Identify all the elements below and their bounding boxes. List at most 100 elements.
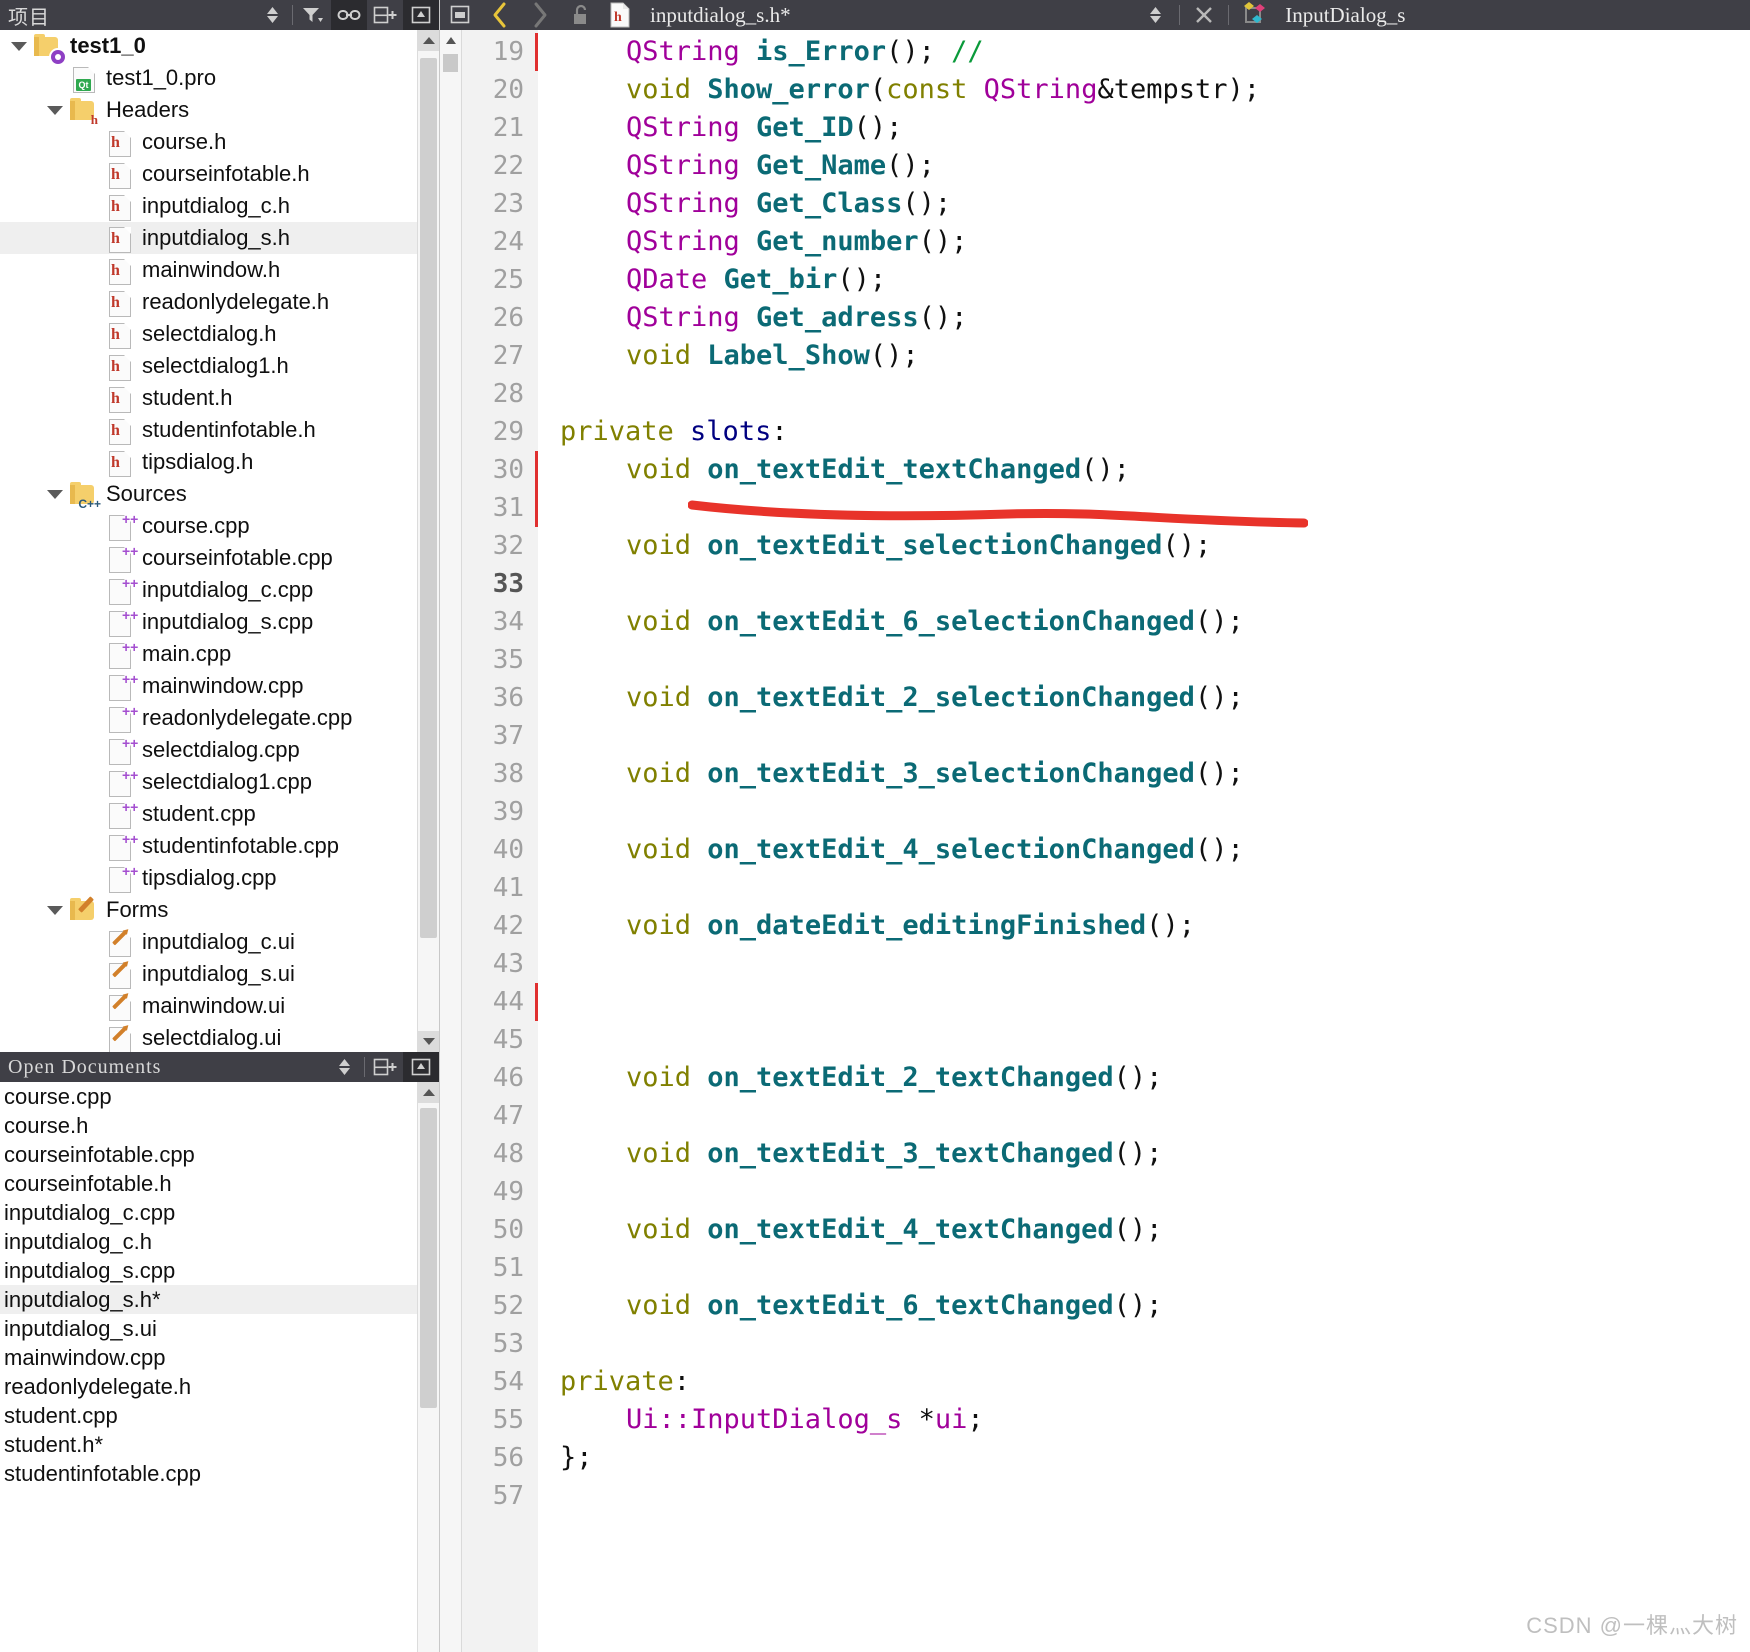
code-line[interactable]: void on_textEdit_3_selectionChanged(); (626, 755, 1244, 793)
open-document-item[interactable]: inputdialog_s.ui (0, 1314, 417, 1343)
file-dropdown-icon[interactable] (1135, 0, 1175, 30)
tree-item[interactable]: inputdialog_c.ui (0, 926, 417, 958)
code-line[interactable]: QString Get_adress(); (626, 299, 967, 337)
tree-item[interactable]: h selectdialog.h (0, 318, 417, 350)
lock-icon[interactable] (560, 0, 600, 30)
code-line[interactable]: void on_textEdit_4_textChanged(); (626, 1211, 1162, 1249)
navigate-back-icon[interactable] (480, 0, 520, 30)
expand-collapse-arrow-icon[interactable] (42, 894, 68, 926)
open-document-item[interactable]: inputdialog_c.h (0, 1227, 417, 1256)
code-line[interactable]: void Show_error(const QString&tempstr); (626, 71, 1260, 109)
code-line[interactable]: void on_textEdit_3_textChanged(); (626, 1135, 1162, 1173)
tree-item[interactable]: ++ selectdialog1.cpp (0, 766, 417, 798)
split-add-icon[interactable] (367, 0, 403, 30)
code-line[interactable]: }; (560, 1439, 593, 1477)
tree-item[interactable]: ++ student.cpp (0, 798, 417, 830)
tree-item[interactable]: Forms (0, 894, 417, 926)
scroll-up-icon[interactable] (440, 30, 461, 51)
scrollbar-thumb[interactable] (420, 58, 437, 938)
tree-item[interactable]: ++ tipsdialog.cpp (0, 862, 417, 894)
tree-item[interactable]: ++ courseinfotable.cpp (0, 542, 417, 574)
link-icon[interactable] (331, 0, 367, 30)
tree-item[interactable]: test1_0 (0, 30, 417, 64)
open-document-item[interactable]: inputdialog_c.cpp (0, 1198, 417, 1227)
tree-item[interactable]: ++ inputdialog_c.cpp (0, 574, 417, 606)
tree-item[interactable]: h readonlydelegate.h (0, 286, 417, 318)
open-document-item[interactable]: inputdialog_s.h* (0, 1285, 417, 1314)
scrollbar-thumb[interactable] (420, 1108, 437, 1408)
tree-item[interactable]: h course.h (0, 126, 417, 158)
open-document-item[interactable]: course.cpp (0, 1082, 417, 1111)
code-line[interactable]: private slots: (560, 413, 788, 451)
tree-item[interactable]: ++ selectdialog.cpp (0, 734, 417, 766)
project-tree-scrollbar[interactable] (417, 30, 439, 1052)
code-line[interactable]: void Label_Show(); (626, 337, 919, 375)
open-document-item[interactable]: student.cpp (0, 1401, 417, 1430)
filter-icon[interactable] (295, 0, 331, 30)
open-document-item[interactable]: course.h (0, 1111, 417, 1140)
code-line[interactable]: void on_textEdit_6_selectionChanged(); (626, 603, 1244, 641)
collapse-panel-icon[interactable] (440, 0, 480, 30)
expand-collapse-arrow-icon[interactable] (42, 478, 68, 510)
open-document-item[interactable]: courseinfotable.h (0, 1169, 417, 1198)
scroll-up-icon[interactable] (418, 30, 439, 51)
tree-item[interactable]: ++ course.cpp (0, 510, 417, 542)
code-line[interactable]: void on_textEdit_selectionChanged(); (626, 527, 1211, 565)
open-document-item[interactable]: inputdialog_s.cpp (0, 1256, 417, 1285)
tree-item[interactable]: ++ main.cpp (0, 638, 417, 670)
expand-collapse-arrow-icon[interactable] (42, 94, 68, 126)
tree-item[interactable]: h tipsdialog.h (0, 446, 417, 478)
code-line[interactable]: Ui::InputDialog_s *ui; (626, 1401, 984, 1439)
code-line[interactable]: void on_textEdit_6_textChanged(); (626, 1287, 1162, 1325)
scrollbar-thumb[interactable] (443, 54, 458, 72)
tree-item[interactable]: h mainwindow.h (0, 254, 417, 286)
tree-item[interactable]: Qt test1_0.pro (0, 62, 417, 94)
code-line[interactable]: QString is_Error(); // (626, 33, 984, 71)
split-add-icon[interactable] (367, 1052, 403, 1082)
tree-item[interactable]: h inputdialog_s.h (0, 222, 417, 254)
code-line[interactable]: void on_textEdit_textChanged(); (626, 451, 1130, 489)
expand-collapse-arrow-icon[interactable] (6, 30, 32, 62)
navigate-forward-icon[interactable] (520, 0, 560, 30)
code-line[interactable]: QString Get_Class(); (626, 185, 951, 223)
code-line[interactable]: void on_textEdit_4_selectionChanged(); (626, 831, 1244, 869)
open-documents-list[interactable]: course.cpp course.h courseinfotable.cpp cou… (0, 1082, 417, 1652)
code-editor-area[interactable]: 19 20 21 22 23 24 25 26 27 28 29 30 31 32 33 34 35 36 37 38… (440, 30, 1750, 1652)
open-document-item[interactable]: mainwindow.cpp (0, 1343, 417, 1372)
tree-item[interactable]: h studentinfotable.h (0, 414, 417, 446)
tree-item[interactable]: h student.h (0, 382, 417, 414)
tree-item[interactable]: mainwindow.ui (0, 990, 417, 1022)
tree-item[interactable]: h selectdialog1.h (0, 350, 417, 382)
tree-item[interactable]: h inputdialog_c.h (0, 190, 417, 222)
editor-left-scrollbar[interactable] (440, 30, 462, 1652)
code-text[interactable]: QString is_Error(); //void Show_error(co… (538, 30, 1750, 1652)
scroll-down-icon[interactable] (418, 1031, 439, 1052)
current-file-name[interactable]: inputdialog_s.h* (640, 3, 791, 28)
sync-selector-icon[interactable] (254, 0, 290, 30)
sync-selector-icon[interactable] (326, 1052, 362, 1082)
tree-item[interactable]: inputdialog_s.ui (0, 958, 417, 990)
code-line[interactable]: private: (560, 1363, 690, 1401)
tree-item[interactable]: ++ readonlydelegate.cpp (0, 702, 417, 734)
open-document-item[interactable]: student.h* (0, 1430, 417, 1459)
code-line[interactable]: void on_dateEdit_editingFinished(); (626, 907, 1195, 945)
open-document-item[interactable]: studentinfotable.cpp (0, 1459, 417, 1488)
tree-item[interactable]: ++ inputdialog_s.cpp (0, 606, 417, 638)
code-line[interactable]: QString Get_Name(); (626, 147, 935, 185)
scroll-up-icon[interactable] (418, 1082, 439, 1103)
code-line[interactable]: void on_textEdit_2_selectionChanged(); (626, 679, 1244, 717)
symbol-name[interactable]: InputDialog_s (1277, 3, 1405, 28)
tree-item[interactable]: C++ Sources (0, 478, 417, 510)
close-panel-icon[interactable] (403, 1052, 439, 1082)
tree-item[interactable]: h courseinfotable.h (0, 158, 417, 190)
tree-item[interactable]: ++ studentinfotable.cpp (0, 830, 417, 862)
open-document-item[interactable]: courseinfotable.cpp (0, 1140, 417, 1169)
tree-item[interactable]: selectdialog.ui (0, 1022, 417, 1052)
open-documents-scrollbar[interactable] (417, 1082, 439, 1652)
code-line[interactable]: void on_textEdit_2_textChanged(); (626, 1059, 1162, 1097)
code-line[interactable]: QDate Get_bir(); (626, 261, 886, 299)
open-document-item[interactable]: readonlydelegate.h (0, 1372, 417, 1401)
tree-item[interactable]: h Headers (0, 94, 417, 126)
code-line[interactable]: QString Get_ID(); (626, 109, 902, 147)
close-file-icon[interactable] (1184, 0, 1224, 30)
